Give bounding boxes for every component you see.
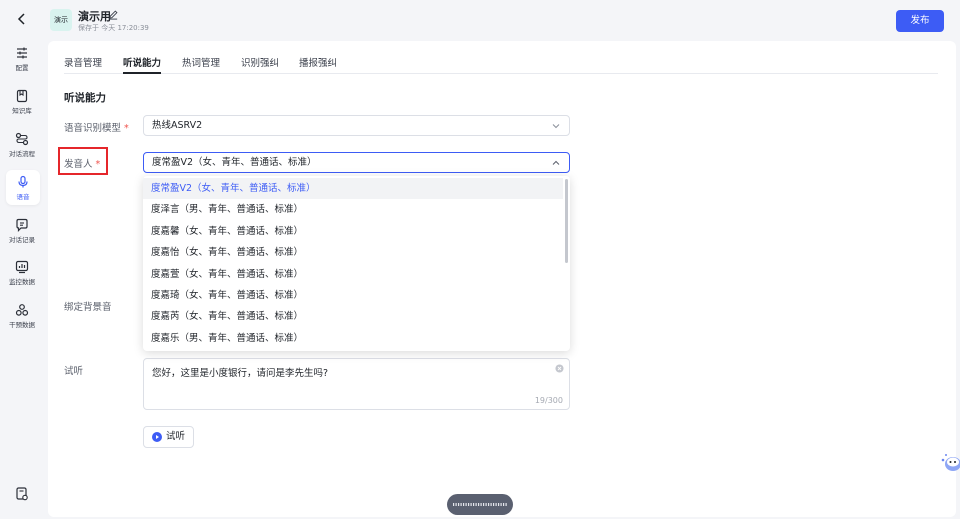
tab-recognition-correction[interactable]: 识别强纠: [241, 55, 279, 74]
chat-record-icon: [16, 218, 28, 232]
section-title: 听说能力: [64, 92, 106, 104]
sidebar-item-label: 干预数据: [9, 321, 35, 329]
clear-icon[interactable]: [555, 364, 564, 373]
sidebar-item-chat-record[interactable]: 对话记录: [2, 218, 42, 244]
voice-input-pill[interactable]: [447, 494, 513, 515]
asr-model-label: 语音识别模型 *: [64, 120, 129, 134]
required-mark: *: [95, 159, 101, 170]
flow-icon: [15, 132, 29, 146]
play-icon: [152, 432, 162, 442]
assistant-mascot-icon[interactable]: [940, 446, 960, 474]
required-mark: *: [124, 123, 129, 134]
dropdown-scrollbar[interactable]: [565, 179, 568, 263]
asr-model-label-text: 语音识别模型: [64, 123, 122, 134]
top-header: 演示 演示用 保存于 今天 17:20:39 发布: [44, 0, 960, 40]
listen-button[interactable]: 试听: [143, 426, 194, 448]
sidebar-item-label: 配置: [15, 64, 29, 72]
sidebar-item-config[interactable]: 配置: [2, 46, 42, 72]
sidebar-item-label: 对话流程: [9, 150, 35, 158]
save-info: 保存于 今天 17:20:39: [78, 24, 149, 32]
speaker-option[interactable]: 度常盈V2（女、青年、普通话、标准）: [143, 178, 563, 200]
speaker-option[interactable]: 度嘉馨（女、青年、普通话、标准）: [143, 221, 563, 242]
tab-hotwords[interactable]: 热词管理: [182, 55, 220, 74]
speaker-dropdown: 度常盈V2（女、青年、普通话、标准） 度泽言（男、青年、普通话、标准） 度嘉馨（…: [143, 176, 570, 351]
speaker-option[interactable]: 度嘉芮（女、青年、普通话、标准）: [143, 306, 563, 327]
asr-model-value: 热线ASRV2: [152, 120, 203, 131]
preview-label: 试听: [64, 366, 84, 377]
speaker-label: 发音人 *: [64, 156, 100, 170]
chevron-down-icon: [552, 124, 560, 129]
sidebar-item-label: 知识库: [12, 107, 32, 115]
speaker-option[interactable]: 度嘉乐（男、青年、普通话、标准）: [143, 328, 563, 349]
main-panel: 录音管理 听说能力 热词管理 识别强纠 播报强纠 听说能力 语音识别模型 * 热线…: [48, 41, 956, 517]
app-badge: 演示: [50, 9, 72, 31]
sidebar-item-monitor[interactable]: 监控数据: [2, 260, 42, 286]
speaker-value: 度常盈V2（女、青年、普通话、标准）: [152, 157, 317, 168]
sidebar-item-label: 监控数据: [9, 278, 35, 286]
bg-sound-label: 绑定背景音: [64, 302, 112, 313]
intervene-icon: [15, 304, 29, 316]
tab-listen-speak[interactable]: 听说能力: [123, 55, 162, 74]
sidebar-item-knowledge[interactable]: 知识库: [2, 89, 42, 115]
speaker-option[interactable]: 度泽言（男、青年、普通话、标准）: [143, 199, 563, 220]
tab-bar: 录音管理 听说能力 热词管理 识别强纠 播报强纠: [64, 55, 938, 74]
asr-model-select[interactable]: 热线ASRV2: [143, 115, 570, 136]
tab-broadcast-correction[interactable]: 播报强纠: [299, 55, 337, 74]
sidebar-item-voice[interactable]: 语音: [6, 170, 40, 205]
speaker-label-text: 发音人: [64, 159, 93, 170]
knowledge-icon: [16, 89, 28, 103]
speaker-select[interactable]: 度常盈V2（女、青年、普通话、标准）: [143, 152, 570, 173]
tab-recording[interactable]: 录音管理: [64, 55, 102, 74]
sidebar-item-intervene[interactable]: 干预数据: [2, 303, 42, 329]
left-rail: 配置 知识库 对话流程 语音 对话记录 监控数据 干预数据: [0, 0, 44, 519]
edit-icon[interactable]: [108, 9, 119, 20]
preview-textarea[interactable]: 您好，这里是小度银行，请问是李先生吗? 19/300: [143, 358, 570, 410]
preview-text: 您好，这里是小度银行，请问是李先生吗?: [152, 368, 329, 379]
app-name: 演示用: [78, 10, 111, 23]
mic-icon: [18, 175, 28, 188]
sliders-icon: [17, 47, 27, 59]
chevron-up-icon: [552, 160, 560, 165]
listen-button-label: 试听: [166, 431, 186, 442]
publish-button[interactable]: 发布: [896, 10, 944, 32]
sidebar-item-flow[interactable]: 对话流程: [2, 132, 42, 158]
waveform-icon: [453, 503, 507, 506]
speaker-option[interactable]: 度嘉萱（女、青年、普通话、标准）: [143, 264, 563, 285]
speaker-option[interactable]: 度嘉琦（女、青年、普通话、标准）: [143, 285, 563, 306]
document-settings-icon[interactable]: [14, 486, 30, 502]
char-counter: 19/300: [534, 396, 563, 405]
monitor-icon: [15, 260, 29, 274]
back-arrow-icon[interactable]: [14, 11, 30, 27]
sidebar-item-label: 语音: [16, 193, 30, 201]
speaker-option[interactable]: 度嘉怡（女、青年、普通话、标准）: [143, 242, 563, 263]
sidebar-item-label: 对话记录: [9, 236, 35, 244]
